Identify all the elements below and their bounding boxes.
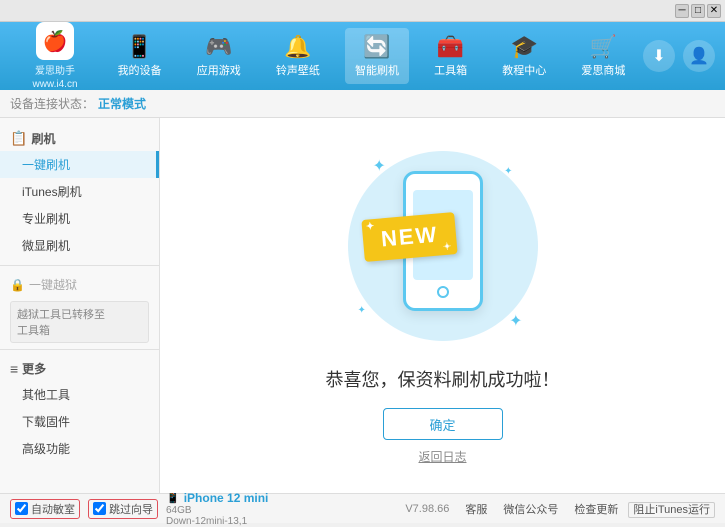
toolbox-label: 工具箱 — [434, 62, 467, 78]
status-value: 正常模式 — [98, 95, 146, 112]
sidebar-notice-jailbreak: 越狱工具已转移至工具箱 — [10, 301, 149, 343]
sparkle-2: ✦ — [504, 166, 512, 177]
smart-flash-label: 智能刷机 — [355, 62, 399, 78]
nav-item-my-device[interactable]: 📱 我的设备 — [108, 28, 172, 84]
phone-illustration: ✦ ✦ ✦ ✦ NEW — [343, 146, 543, 346]
checkbox-auto-close-wrap[interactable]: 自动敏室 — [10, 499, 80, 519]
sidebar-item-other-tools[interactable]: 其他工具 — [0, 381, 159, 408]
notice-text: 越狱工具已转移至工具箱 — [17, 309, 105, 337]
sparkle-4: ✦ — [509, 311, 522, 331]
status-label: 设备连接状态： — [10, 95, 94, 112]
ringtone-label: 铃声壁纸 — [276, 62, 320, 78]
nav-item-apps-games[interactable]: 🎮 应用游戏 — [187, 28, 251, 84]
via-wizard-label: 跳过向导 — [109, 501, 153, 517]
top-nav: 🍎 爱思助手 www.i4.cn 📱 我的设备 🎮 应用游戏 🔔 铃声壁纸 🔄 … — [0, 22, 725, 90]
success-message: 恭喜您，保资料刷机成功啦！ — [326, 366, 560, 392]
nav-right: ⬇ 👤 — [643, 40, 715, 72]
checkbox-via-wizard-wrap[interactable]: 跳过向导 — [88, 499, 158, 519]
device-version: Down-12mini-13,1 — [166, 516, 405, 527]
sidebar-item-itunes-flash[interactable]: iTunes刷机 — [0, 178, 159, 205]
my-device-icon: 📱 — [126, 34, 153, 60]
shop-icon: 🛒 — [590, 34, 617, 60]
close-btn[interactable]: ✕ — [707, 4, 721, 18]
app-version: V7.98.66 — [405, 503, 449, 515]
nav-item-toolbox[interactable]: 🧰 工具箱 — [424, 28, 477, 84]
back-home-link[interactable]: 返回日志 — [418, 448, 466, 465]
main-area: 📋 刷机 一键刷机 iTunes刷机 专业刷机 微显刷机 🔒 一键越狱 越狱工具… — [0, 118, 725, 493]
nav-item-tutorials[interactable]: 🎓 教程中心 — [492, 28, 556, 84]
divider-2 — [0, 349, 159, 350]
phone-home-btn — [437, 286, 449, 298]
sparkle-1: ✦ — [373, 156, 386, 176]
apps-games-icon: 🎮 — [205, 34, 232, 60]
logo-area: 🍎 爱思助手 www.i4.cn — [10, 22, 100, 90]
minimize-btn[interactable]: ─ — [675, 4, 689, 18]
device-info: 📱 iPhone 12 mini 64GB Down-12mini-13,1 — [166, 491, 405, 527]
more-section-label: 更多 — [22, 360, 46, 377]
checkbox-auto-close[interactable] — [15, 502, 28, 515]
sidebar-item-advanced[interactable]: 高级功能 — [0, 435, 159, 462]
flash-section-icon: 📋 — [10, 130, 27, 147]
divider-1 — [0, 265, 159, 266]
status-bar: 设备连接状态： 正常模式 — [0, 90, 725, 118]
toolbox-icon: 🧰 — [437, 34, 464, 60]
confirm-button[interactable]: 确定 — [383, 408, 503, 440]
nav-items: 📱 我的设备 🎮 应用游戏 🔔 铃声壁纸 🔄 智能刷机 🧰 工具箱 🎓 教程中心… — [100, 28, 643, 84]
bottom-right: V7.98.66 客服 微信公众号 检查更新 — [405, 501, 618, 517]
smart-flash-icon: 🔄 — [363, 34, 390, 60]
user-btn[interactable]: 👤 — [683, 40, 715, 72]
my-device-label: 我的设备 — [118, 62, 162, 78]
sparkle-3: ✦ — [358, 305, 366, 316]
download-btn[interactable]: ⬇ — [643, 40, 675, 72]
more-section-icon: ≡ — [10, 361, 18, 377]
sidebar-section-flash: 📋 刷机 — [0, 126, 159, 151]
maximize-btn[interactable]: □ — [691, 4, 705, 18]
logo-icon: 🍎 — [36, 22, 74, 60]
ringtone-icon: 🔔 — [284, 34, 311, 60]
new-ribbon: NEW — [361, 212, 458, 262]
sidebar: 📋 刷机 一键刷机 iTunes刷机 专业刷机 微显刷机 🔒 一键越狱 越狱工具… — [0, 118, 160, 493]
apps-games-label: 应用游戏 — [197, 62, 241, 78]
lock-icon: 🔒 — [10, 278, 25, 292]
tutorials-icon: 🎓 — [511, 34, 538, 60]
sidebar-item-wechat-flash[interactable]: 微显刷机 — [0, 232, 159, 259]
check-update-link[interactable]: 检查更新 — [574, 501, 618, 517]
nav-item-smart-flash[interactable]: 🔄 智能刷机 — [345, 28, 409, 84]
auto-close-label: 自动敏室 — [31, 501, 75, 517]
bottom-left: 自动敏室 跳过向导 📱 iPhone 12 mini 64GB Down-12m… — [10, 491, 405, 527]
stop-itunes-btn[interactable]: 阻止iTunes运行 — [628, 502, 715, 518]
wechat-public-link[interactable]: 微信公众号 — [503, 501, 558, 517]
device-storage: 64GB — [166, 505, 405, 516]
flash-section-label: 刷机 — [31, 130, 55, 147]
logo-name: 爱思助手 — [35, 62, 75, 77]
nav-item-shop[interactable]: 🛒 爱思商城 — [571, 28, 635, 84]
sidebar-item-one-click-flash[interactable]: 一键刷机 — [0, 151, 159, 178]
sidebar-locked-jailbreak: 🔒 一键越狱 — [0, 272, 159, 297]
bottom-bar: 自动敏室 跳过向导 📱 iPhone 12 mini 64GB Down-12m… — [0, 493, 725, 523]
sidebar-item-pro-flash[interactable]: 专业刷机 — [0, 205, 159, 232]
content-area: ✦ ✦ ✦ ✦ NEW 恭喜您，保资料刷机成功啦！ 确定 返回日志 — [160, 118, 725, 493]
nav-item-ringtone[interactable]: 🔔 铃声壁纸 — [266, 28, 330, 84]
logo-website: www.i4.cn — [32, 79, 77, 90]
shop-label: 爱思商城 — [581, 62, 625, 78]
customer-service-link[interactable]: 客服 — [465, 501, 487, 517]
tutorials-label: 教程中心 — [502, 62, 546, 78]
sidebar-section-more: ≡ 更多 — [0, 356, 159, 381]
title-bar: ─ □ ✕ — [0, 0, 725, 22]
sidebar-item-download-firmware[interactable]: 下载固件 — [0, 408, 159, 435]
checkbox-via-wizard[interactable] — [93, 502, 106, 515]
jailbreak-label: 一键越狱 — [29, 276, 77, 293]
